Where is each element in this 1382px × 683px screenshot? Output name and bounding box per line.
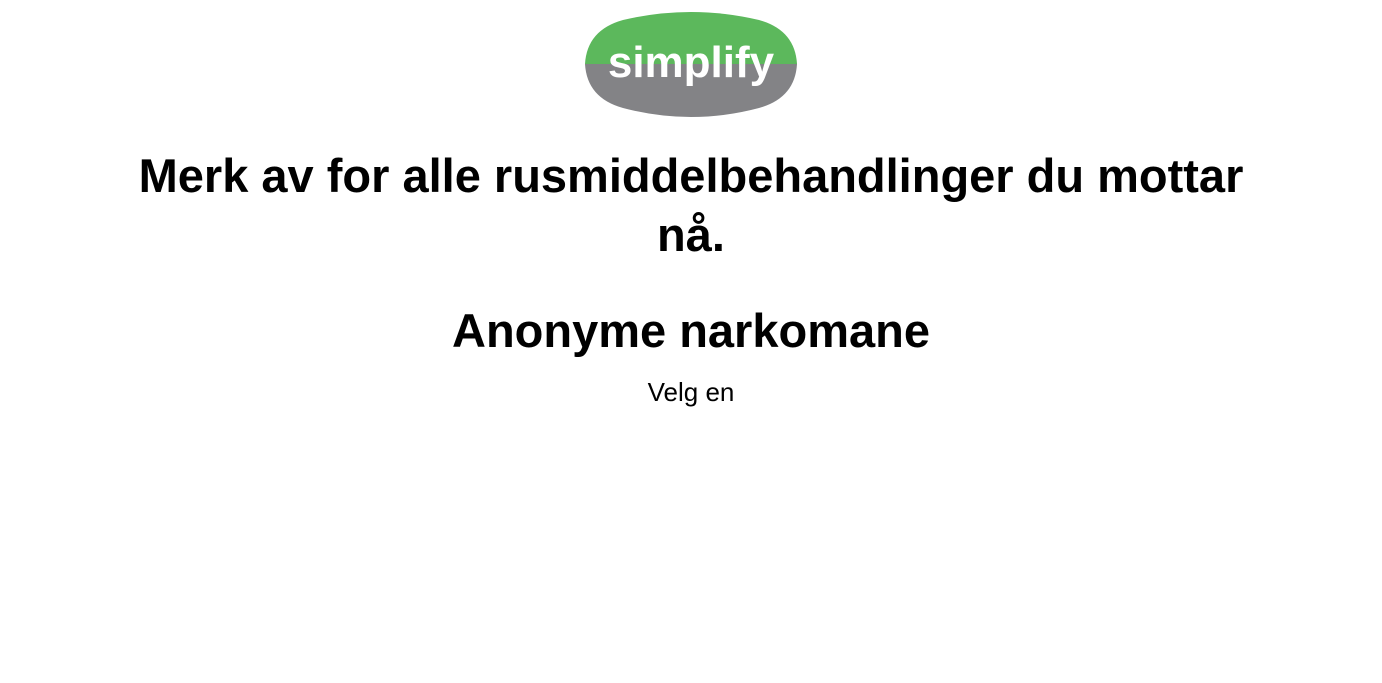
select-one-link[interactable]: Velg en (100, 375, 1282, 409)
survey-page: simplify Merk av for alle rusmiddelbehan… (0, 0, 1382, 683)
simplify-logo: simplify (583, 10, 799, 120)
question-title: Merk av for alle rusmiddelbehandlinger d… (138, 149, 1244, 261)
option-title: Anonyme narkomane (452, 304, 930, 357)
logo-wordmark: simplify (608, 38, 775, 87)
